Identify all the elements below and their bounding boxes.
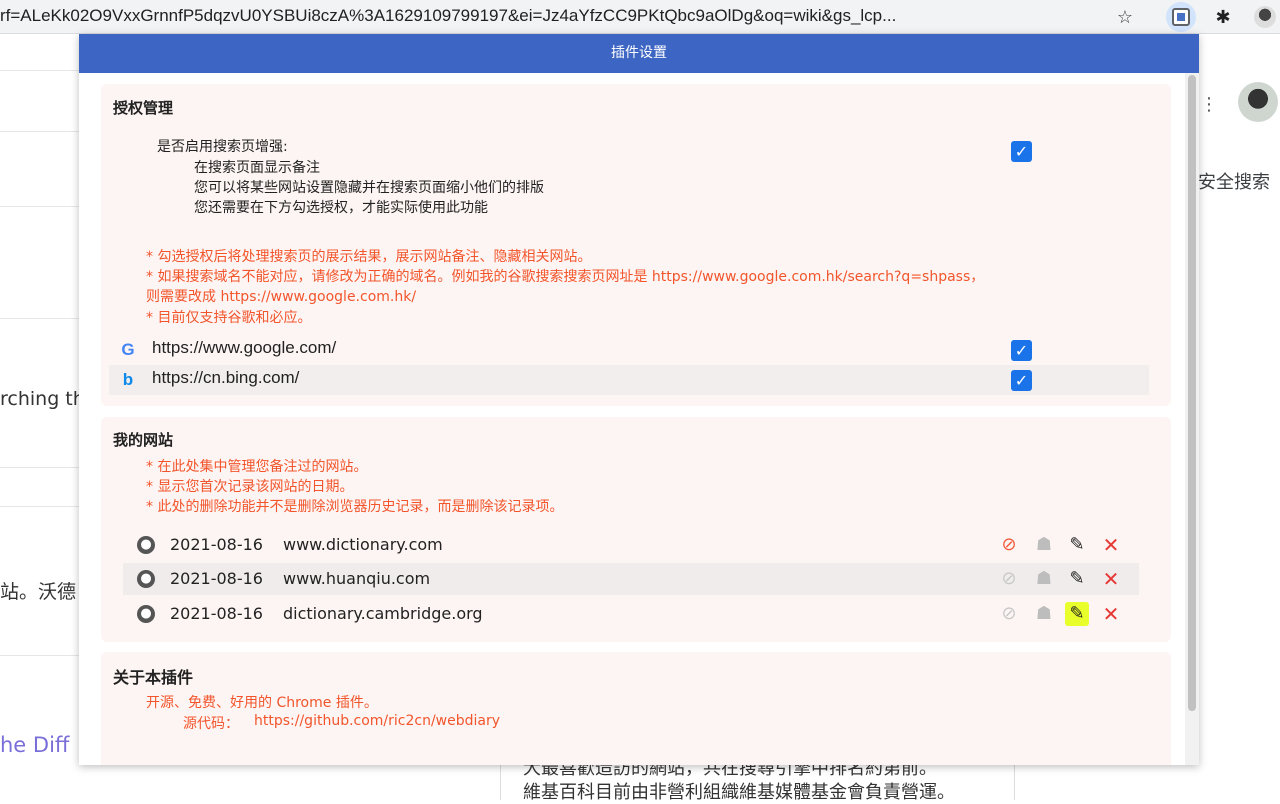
bg-text: 站。沃德 [0,581,77,603]
enable-search-enhance-checkbox[interactable]: ✓ [1011,141,1032,162]
my-sites-section: 我的网站 * 在此处集中管理您备注过的网站。 * 显示您首次记录该网站的日期。 … [101,417,1171,642]
site-date: 2021-08-16 [170,604,263,623]
site-date: 2021-08-16 [170,535,263,554]
about-description: 开源、免费、好用的 Chrome 插件。 [146,695,378,711]
delete-x-icon[interactable]: ✕ [1099,602,1123,626]
engine-row-google: G https://www.google.com/ ✓ [109,335,1149,365]
site-domain: www.huanqiu.com [283,569,431,588]
my-sites-note: * 显示您首次记录该网站的日期。 [146,479,354,495]
bing-auth-checkbox[interactable]: ✓ [1011,370,1032,391]
scrollbar-thumb[interactable] [1188,75,1196,711]
enable-desc: 您还需要在下方勾选授权，才能实际使用此功能 [194,200,488,216]
engine-url: https://cn.bing.com/ [152,368,300,387]
auth-note: * 目前仅支持谷歌和必应。 [146,310,312,326]
delete-x-icon[interactable]: ✕ [1099,533,1123,557]
incognito-icon[interactable]: ☗ [1032,567,1056,591]
source-label: 源代码： [183,716,239,732]
globe-icon: ● [137,605,155,623]
edit-eraser-icon[interactable]: ✎ [1065,533,1089,557]
site-date: 2021-08-16 [170,569,263,588]
about-title: 关于本插件 [113,668,194,687]
site-row: ● 2021-08-16 www.dictionary.com ⊘ ☗ ✎ ✕ [123,529,1139,561]
address-bar-url[interactable]: rf=ALeKk02O9VxxGrnnfP5dqzvU0YSBUi8czA%3A… [0,6,1098,26]
engine-url: https://www.google.com/ [152,338,337,357]
browser-toolbar: rf=ALeKk02O9VxxGrnnfP5dqzvU0YSBUi8czA%3A… [0,0,1280,34]
auth-note: * 如果搜索域名不能对应，请修改为正确的域名。例如我的谷歌搜索搜索页网址是 ht… [146,269,985,285]
edit-eraser-icon[interactable]: ✎ [1065,602,1089,626]
delete-x-icon[interactable]: ✕ [1099,567,1123,591]
enable-desc: 在搜索页面显示备注 [194,160,320,176]
incognito-icon[interactable]: ☗ [1032,533,1056,557]
source-link[interactable]: https://github.com/ric2cn/webdiary [254,713,500,729]
my-sites-note: * 此处的删除功能并不是删除浏览器历史记录，而是删除该记录项。 [146,499,564,515]
bg-card [0,70,80,132]
hide-eye-slash-icon[interactable]: ⊘ [997,533,1021,557]
popup-title: 插件设置 [79,34,1199,73]
bg-article-box: 大最喜歡造訪的網站，共在搜尋引擎中排名約第前。 維基百科目前由非營利組織維基媒體… [500,758,1015,803]
enable-label: 是否启用搜索页增强: [157,139,288,155]
my-sites-note: * 在此处集中管理您备注过的网站。 [146,459,368,475]
globe-icon: ● [137,536,155,554]
site-row: ● 2021-08-16 dictionary.cambridge.org ⊘ … [123,598,1139,630]
extensions-puzzle-icon[interactable]: ✱ [1208,2,1238,32]
hide-eye-slash-icon[interactable]: ⊘ [997,602,1021,626]
hide-eye-slash-icon[interactable]: ⊘ [997,567,1021,591]
more-vert-icon[interactable]: ⋮ [1200,94,1218,115]
globe-icon: ● [137,570,155,588]
auth-note: * 勾选授权后将处理搜索页的展示结果，展示网站备注、隐藏相关网站。 [146,249,592,265]
bg-avatar[interactable] [1238,82,1278,122]
popup-body: 授权管理 是否启用搜索页增强: 在搜索页面显示备注 您可以将某些网站设置隐藏并在… [79,73,1185,765]
auth-section: 授权管理 是否启用搜索页增强: 在搜索页面显示备注 您可以将某些网站设置隐藏并在… [101,84,1171,406]
google-icon: G [121,340,135,359]
incognito-icon[interactable]: ☗ [1032,602,1056,626]
site-domain: www.dictionary.com [283,535,443,554]
auth-note: 则需要改成 https://www.google.com.hk/ [146,289,417,305]
edit-eraser-icon[interactable]: ✎ [1065,567,1089,591]
bg-text: 維基百科目前由非營利組織維基媒體基金會負責營運。 [523,782,955,803]
bg-text: 安全搜索 [1198,172,1270,193]
webdiary-extension-icon[interactable] [1166,2,1196,32]
profile-avatar[interactable] [1250,2,1280,32]
site-row: ● 2021-08-16 www.huanqiu.com ⊘ ☗ ✎ ✕ [123,563,1139,595]
popup-scrollbar[interactable] [1185,73,1199,765]
my-sites-title: 我的网站 [113,431,174,449]
star-icon[interactable]: ☆ [1110,2,1140,32]
site-domain: dictionary.cambridge.org [283,604,483,623]
bg-divider [0,206,80,207]
extension-settings-popup: 插件设置 授权管理 是否启用搜索页增强: 在搜索页面显示备注 您可以将某些网站设… [79,34,1199,765]
auth-section-title: 授权管理 [113,99,174,117]
about-section: 关于本插件 开源、免费、好用的 Chrome 插件。 源代码： https://… [101,652,1171,765]
enable-desc: 您可以将某些网站设置隐藏并在搜索页面缩小他们的排版 [194,180,544,196]
bing-icon: b [122,370,134,389]
google-auth-checkbox[interactable]: ✓ [1011,340,1032,361]
engine-row-bing: b https://cn.bing.com/ ✓ [109,365,1149,395]
bg-link[interactable]: he Diff [0,733,69,757]
